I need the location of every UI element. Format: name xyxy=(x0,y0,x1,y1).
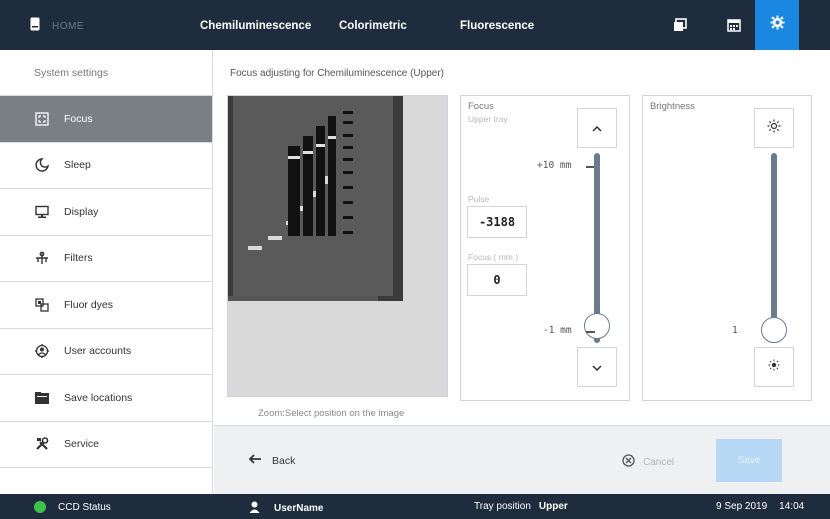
date-time: 9 Sep 2019 14:04 xyxy=(716,501,804,512)
current-user[interactable]: UserName xyxy=(249,501,323,516)
sidebar-item-filters[interactable]: Filters xyxy=(0,236,212,282)
top-navigation-bar: HOME Chemiluminescence Colorimetric Fluo… xyxy=(0,0,830,50)
focus-up-button[interactable] xyxy=(577,108,617,148)
brightness-mark: 1 xyxy=(732,325,738,336)
sidebar-item-service[interactable]: Service xyxy=(0,422,212,468)
sidebar-title: System settings xyxy=(0,50,212,96)
focus-slider-knob[interactable] xyxy=(584,312,610,339)
sidebar-item-save-locations[interactable]: Save locations xyxy=(0,375,212,422)
pulse-value: -3188 xyxy=(467,206,527,238)
status-bar: CCD Status UserName Tray position Upper … xyxy=(0,494,830,519)
home-device-icon xyxy=(30,17,40,36)
sidebar-item-label: User accounts xyxy=(64,345,132,358)
brightness-slider-track[interactable] xyxy=(771,153,777,338)
save-locations-icon xyxy=(34,390,50,406)
focus-bottom-mark: -1 mm xyxy=(543,325,572,336)
settings-sidebar: System settings Focus Sleep Display Filt… xyxy=(0,50,213,494)
cancel-circle-icon xyxy=(622,454,635,470)
sun-dim-icon xyxy=(768,358,780,376)
focus-image-preview[interactable] xyxy=(227,95,448,397)
brightness-label: Brightness xyxy=(650,101,695,112)
focus-down-button[interactable] xyxy=(577,347,617,387)
gel-image xyxy=(228,96,447,396)
brightness-panel: Brightness 1 xyxy=(642,95,812,401)
date-label: 9 Sep 2019 xyxy=(716,501,768,512)
calendar-icon[interactable] xyxy=(721,12,747,38)
home-label: HOME xyxy=(52,21,84,32)
ccd-status[interactable]: CCD Status xyxy=(34,501,111,513)
brightness-down-button[interactable] xyxy=(754,347,794,387)
display-icon xyxy=(34,204,50,220)
tray-position-value: Upper xyxy=(538,501,568,512)
service-icon xyxy=(34,436,50,452)
arrow-left-icon xyxy=(248,454,262,467)
focus-sublabel: Upper tray xyxy=(468,114,508,124)
focus-top-mark: +10 mm xyxy=(537,160,572,171)
sidebar-item-focus[interactable]: Focus xyxy=(0,96,212,143)
brightness-up-button[interactable] xyxy=(754,108,794,148)
focus-panel: Focus Upper tray +10 mm Pulse -3188 Focu… xyxy=(460,95,630,401)
focus-bottom-tick xyxy=(586,331,595,333)
chevron-down-icon xyxy=(592,358,602,376)
zoom-hint: Zoom:Select position on the image xyxy=(258,408,405,419)
focus-label: Focus xyxy=(468,101,494,112)
sidebar-item-user-accounts[interactable]: User accounts xyxy=(0,329,212,375)
chevron-up-icon xyxy=(592,119,602,137)
sidebar-item-label: Display xyxy=(64,205,99,218)
user-name: UserName xyxy=(274,503,324,514)
settings-button[interactable] xyxy=(755,0,799,50)
page-title: Focus adjusting for Chemiluminescence (U… xyxy=(230,68,444,79)
cancel-button[interactable]: Cancel xyxy=(622,454,674,470)
sidebar-item-sleep[interactable]: Sleep xyxy=(0,143,212,189)
back-label: Back xyxy=(272,454,296,467)
tray-position: Tray position Upper xyxy=(474,501,568,512)
user-icon xyxy=(249,501,260,516)
sidebar-item-label: Fluor dyes xyxy=(64,298,114,311)
pulse-label: Pulse xyxy=(468,194,490,204)
status-ok-icon xyxy=(34,501,46,513)
tab-fluorescence[interactable]: Fluorescence xyxy=(460,20,534,32)
sidebar-item-label: Save locations xyxy=(64,391,133,404)
focus-icon xyxy=(34,111,50,127)
tab-colorimetric[interactable]: Colorimetric xyxy=(339,20,407,32)
user-accounts-icon xyxy=(34,343,50,359)
sidebar-item-display[interactable]: Display xyxy=(0,189,212,236)
time-label: 14:04 xyxy=(779,501,805,512)
action-bar: Back Cancel Save xyxy=(214,425,830,494)
sidebar-item-label: Sleep xyxy=(64,159,91,172)
tab-chemiluminescence[interactable]: Chemiluminescence xyxy=(200,20,311,32)
sidebar-item-label: Service xyxy=(64,438,100,451)
save-button[interactable]: Save xyxy=(716,439,782,482)
sidebar-item-label: Filters xyxy=(64,252,93,265)
sun-bright-icon xyxy=(767,119,781,138)
filters-icon xyxy=(34,250,50,266)
sidebar-item-fluor-dyes[interactable]: Fluor dyes xyxy=(0,282,212,329)
sidebar-item-label: Focus xyxy=(64,112,93,125)
back-button[interactable]: Back xyxy=(248,454,295,467)
ccd-status-label: CCD Status xyxy=(58,501,111,513)
cancel-label: Cancel xyxy=(643,456,675,468)
fluor-dyes-icon xyxy=(34,297,50,313)
home-button[interactable]: HOME xyxy=(30,17,84,36)
focus-mm-value: 0 xyxy=(467,264,527,296)
gear-icon xyxy=(769,15,785,35)
sleep-icon xyxy=(34,157,50,173)
brightness-slider-knob[interactable] xyxy=(761,317,787,343)
focus-mm-label: Focus ( mm ) xyxy=(468,252,519,262)
gallery-icon[interactable] xyxy=(667,12,693,38)
tray-position-label: Tray position xyxy=(474,501,531,512)
